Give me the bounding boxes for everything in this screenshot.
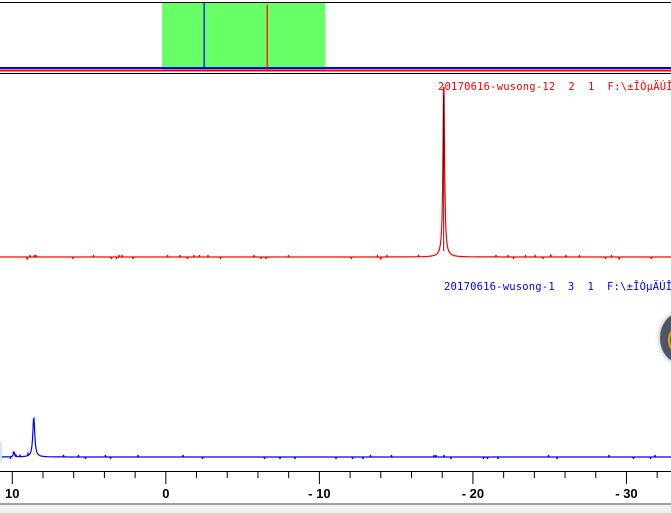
x-tick-label: - 10 bbox=[308, 486, 330, 501]
spectrum-label-blue: 20170616-wusong-1 3 1 F:\±ÎÒµÄÚÎÄ\ bbox=[444, 281, 671, 293]
spectrum-plot[interactable]: 10 0 - 10 - 20 - 30 bbox=[0, 0, 671, 511]
x-axis: 10 0 - 10 - 20 - 30 bbox=[0, 471, 671, 501]
spectrum-trace-20170616-wusong-1 bbox=[0, 416, 671, 460]
x-tick-label: 10 bbox=[5, 486, 19, 501]
x-tick-label: - 30 bbox=[615, 486, 637, 501]
horizontal-scrollbar[interactable] bbox=[0, 503, 671, 513]
spectrum-label-red: 20170616-wusong-12 2 1 F:\±ÎÒµÄÚÎÄ\ bbox=[438, 81, 671, 93]
x-tick-label: 0 bbox=[162, 486, 169, 501]
overview-panel[interactable] bbox=[0, 2, 671, 74]
side-panel-handle[interactable] bbox=[0, 441, 2, 463]
x-tick-label: - 20 bbox=[462, 486, 484, 501]
spectrum-trace-20170616-wusong-12 bbox=[0, 86, 671, 260]
overview-highlight-region[interactable] bbox=[162, 3, 326, 71]
